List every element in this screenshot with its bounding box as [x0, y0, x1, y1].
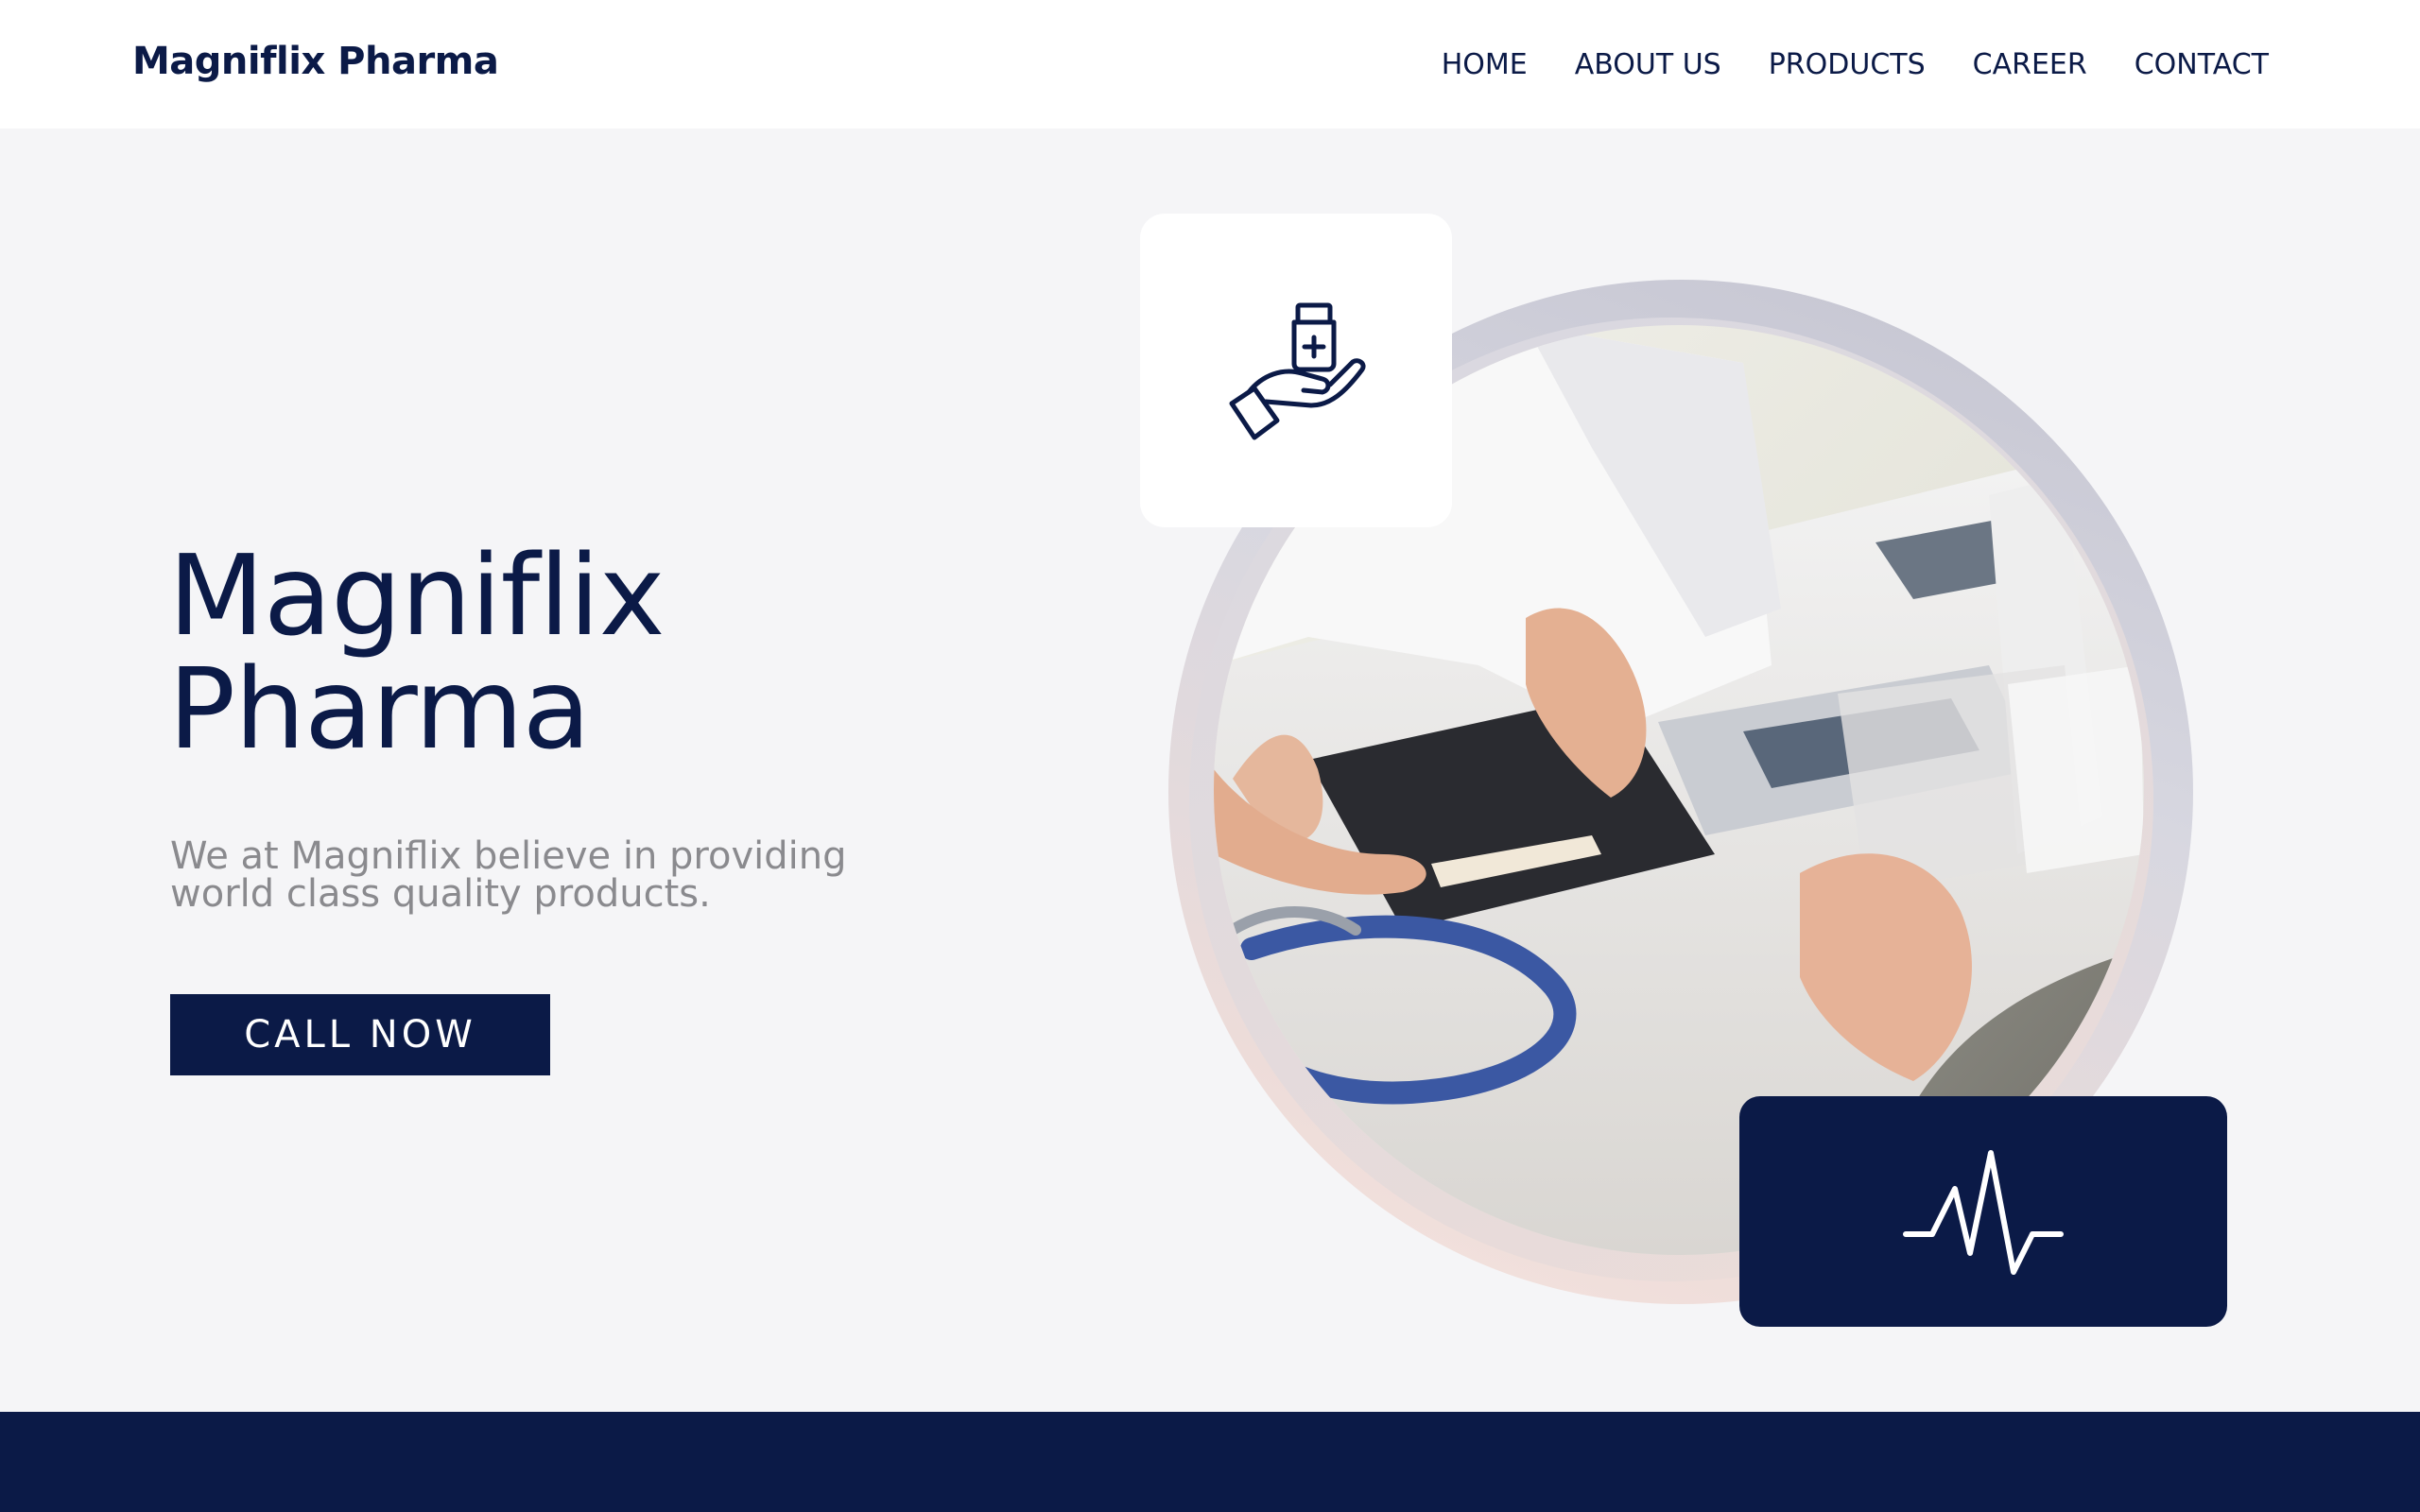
hero-subtitle-line-2: world class quality products. — [170, 872, 711, 916]
nav-products[interactable]: PRODUCTS — [1769, 48, 1926, 81]
hero-title: Magniflix Pharma — [168, 539, 943, 765]
medicine-care-card — [1140, 214, 1452, 527]
hand-holding-medicine-icon — [1229, 302, 1366, 440]
call-now-button[interactable]: CALL NOW — [170, 994, 550, 1075]
hero-subtitle: We at Magniflix believe in providing wor… — [170, 837, 889, 913]
site-header: Magniflix Pharma HOME ABOUT US PRODUCTS … — [0, 0, 2420, 129]
nav-career[interactable]: CAREER — [1973, 48, 2087, 81]
footer-band — [0, 1412, 2420, 1512]
main-nav: HOME ABOUT US PRODUCTS CAREER CONTACT — [1442, 43, 2269, 85]
hero-title-line-2: Pharma — [168, 644, 591, 774]
brand-logo[interactable]: Magniflix Pharma — [132, 40, 499, 83]
nav-about-us[interactable]: ABOUT US — [1575, 48, 1721, 81]
heartbeat-card — [1739, 1096, 2227, 1327]
nav-home[interactable]: HOME — [1442, 48, 1528, 81]
hero-title-line-1: Magniflix — [168, 530, 666, 661]
nav-contact[interactable]: CONTACT — [2135, 48, 2269, 81]
heartbeat-pulse-icon — [1903, 1150, 2064, 1275]
